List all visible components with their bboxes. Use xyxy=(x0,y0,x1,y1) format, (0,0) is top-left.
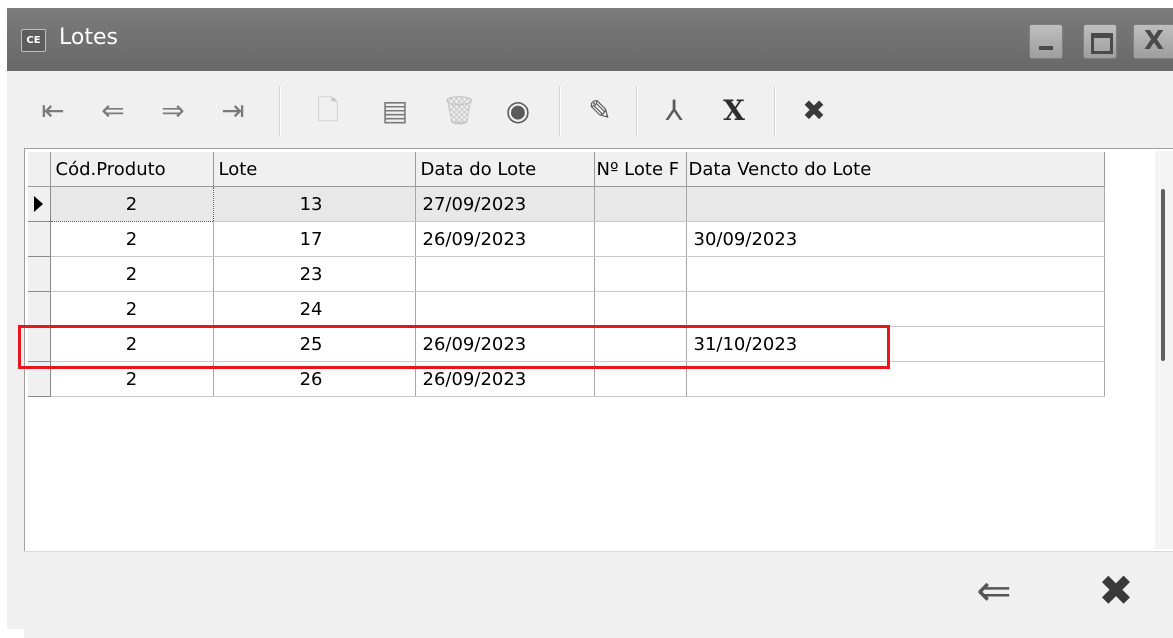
cell-n-lote[interactable] xyxy=(594,326,687,362)
column-header-data-do-lote[interactable]: Data do Lote xyxy=(414,152,595,187)
cell-n-lote[interactable] xyxy=(594,221,687,257)
cell-data-do-lote[interactable]: 27/09/2023 xyxy=(415,186,595,222)
cell-data-do-lote[interactable]: 26/09/2023 xyxy=(415,361,595,397)
table-row[interactable]: 2 23 xyxy=(28,256,1105,292)
column-header-cod-produto[interactable]: Cód.Produto xyxy=(49,152,214,187)
cell-cod-produto[interactable]: 2 xyxy=(49,186,214,222)
cell-data-vencto[interactable] xyxy=(686,186,1105,222)
scrollbar-thumb[interactable] xyxy=(1161,189,1165,361)
cell-cod-produto[interactable]: 2 xyxy=(50,221,214,257)
first-record-icon: ⇤ xyxy=(41,94,65,127)
close-icon: X xyxy=(1143,26,1165,56)
view-button[interactable]: ◉ xyxy=(498,88,538,134)
cell-n-lote[interactable] xyxy=(594,256,687,292)
close-circle-icon: ✖ xyxy=(1098,566,1134,615)
print-icon: ▤ xyxy=(381,94,409,127)
cell-data-do-lote[interactable]: 26/09/2023 xyxy=(415,326,595,362)
app-icon: CE xyxy=(21,29,46,52)
edit-button[interactable]: ✎ xyxy=(581,88,619,134)
current-row-icon xyxy=(34,196,43,212)
cell-lote[interactable]: 24 xyxy=(213,291,416,327)
pdf-icon: ⅄ xyxy=(665,94,683,127)
cell-lote[interactable]: 13 xyxy=(213,186,416,222)
excel-button[interactable]: X xyxy=(714,88,754,134)
column-header-n-lote[interactable]: Nº Lote F xyxy=(593,152,687,187)
cancel-icon: ✖ xyxy=(802,94,826,127)
maximize-icon xyxy=(1091,33,1113,54)
row-indicator-header xyxy=(28,152,51,187)
cell-lote[interactable]: 17 xyxy=(213,221,416,257)
footer-bar: ⇐ ✖ xyxy=(24,551,1173,638)
cell-lote[interactable]: 26 xyxy=(213,361,416,397)
cancel-button[interactable]: ✖ xyxy=(794,88,834,134)
new-document-icon: 🗋 xyxy=(316,94,340,127)
row-selector[interactable] xyxy=(28,361,51,397)
toolbar-separator xyxy=(636,86,638,136)
table-row[interactable]: 2 17 26/09/2023 30/09/2023 xyxy=(28,221,1105,257)
cell-cod-produto[interactable]: 2 xyxy=(50,256,214,292)
previous-record-button[interactable]: ⇐ xyxy=(94,88,132,134)
column-header-data-vencto[interactable]: Data Vencto do Lote xyxy=(685,152,1105,187)
previous-record-icon: ⇐ xyxy=(101,94,125,127)
cell-lote[interactable]: 23 xyxy=(213,256,416,292)
minimize-icon xyxy=(1039,46,1053,50)
cell-data-do-lote[interactable] xyxy=(415,291,595,327)
cell-data-vencto[interactable]: 30/09/2023 xyxy=(686,221,1105,257)
cell-data-vencto[interactable] xyxy=(686,256,1105,292)
table-row-highlighted[interactable]: 2 25 26/09/2023 31/10/2023 xyxy=(28,326,1105,362)
minimize-button[interactable] xyxy=(1029,24,1063,59)
row-selector[interactable] xyxy=(28,186,51,222)
excel-icon: X xyxy=(723,94,745,127)
next-record-icon: ⇒ xyxy=(161,94,185,127)
row-selector[interactable] xyxy=(28,221,51,257)
lotes-grid[interactable]: Cód.Produto Lote Data do Lote Nº Lote F … xyxy=(24,148,1173,552)
cell-n-lote[interactable] xyxy=(594,361,687,397)
cell-data-do-lote[interactable]: 26/09/2023 xyxy=(415,221,595,257)
row-selector[interactable] xyxy=(28,291,51,327)
cell-cod-produto[interactable]: 2 xyxy=(50,326,214,362)
title-bar[interactable]: CE Lotes X xyxy=(7,8,1173,71)
close-button[interactable]: ✖ xyxy=(1086,566,1146,616)
table-row[interactable]: 2 13 27/09/2023 xyxy=(28,186,1105,222)
first-record-button[interactable]: ⇤ xyxy=(34,88,72,134)
window-title: Lotes xyxy=(59,25,118,50)
row-selector[interactable] xyxy=(28,256,51,292)
lotes-table: Cód.Produto Lote Data do Lote Nº Lote F … xyxy=(28,152,1105,397)
delete-icon: 🗑 xyxy=(441,94,477,127)
last-record-icon: ⇥ xyxy=(221,94,245,127)
column-header-lote[interactable]: Lote xyxy=(212,152,416,187)
toolbar-separator xyxy=(559,86,561,136)
toolbar-separator xyxy=(279,86,281,136)
cell-data-vencto[interactable]: 31/10/2023 xyxy=(686,326,1105,362)
cell-data-vencto[interactable] xyxy=(686,291,1105,327)
cell-data-vencto[interactable] xyxy=(686,361,1105,397)
close-window-button[interactable]: X xyxy=(1133,24,1173,59)
maximize-button[interactable] xyxy=(1083,24,1117,59)
header-row: Cód.Produto Lote Data do Lote Nº Lote F … xyxy=(28,152,1105,187)
print-button[interactable]: ▤ xyxy=(376,88,414,134)
new-document-button[interactable]: 🗋 xyxy=(309,88,347,134)
vertical-scrollbar[interactable] xyxy=(1155,151,1173,549)
delete-button[interactable]: 🗑 xyxy=(440,88,478,134)
table-row[interactable]: 2 26 26/09/2023 xyxy=(28,361,1105,397)
back-button[interactable]: ⇐ xyxy=(964,566,1024,616)
cell-n-lote[interactable] xyxy=(594,186,687,222)
pdf-button[interactable]: ⅄ xyxy=(654,88,694,134)
back-arrow-icon: ⇐ xyxy=(976,566,1012,615)
edit-icon: ✎ xyxy=(588,94,612,127)
cell-cod-produto[interactable]: 2 xyxy=(50,291,214,327)
table-row[interactable]: 2 24 xyxy=(28,291,1105,327)
cell-n-lote[interactable] xyxy=(594,291,687,327)
cell-data-do-lote[interactable] xyxy=(415,256,595,292)
view-icon: ◉ xyxy=(505,94,531,127)
cell-lote[interactable]: 25 xyxy=(213,326,416,362)
row-selector[interactable] xyxy=(28,326,51,362)
cell-cod-produto[interactable]: 2 xyxy=(50,361,214,397)
toolbar: ⇤ ⇐ ⇒ ⇥ 🗋 ▤ 🗑 ◉ ✎ ⅄ X ✖ xyxy=(24,78,1173,148)
next-record-button[interactable]: ⇒ xyxy=(154,88,192,134)
last-record-button[interactable]: ⇥ xyxy=(214,88,252,134)
toolbar-separator xyxy=(774,86,776,136)
lotes-window: CE Lotes X ⇤ ⇐ ⇒ ⇥ 🗋 ▤ 🗑 ◉ ✎ ⅄ X ✖ Cód.P… xyxy=(7,8,1173,638)
